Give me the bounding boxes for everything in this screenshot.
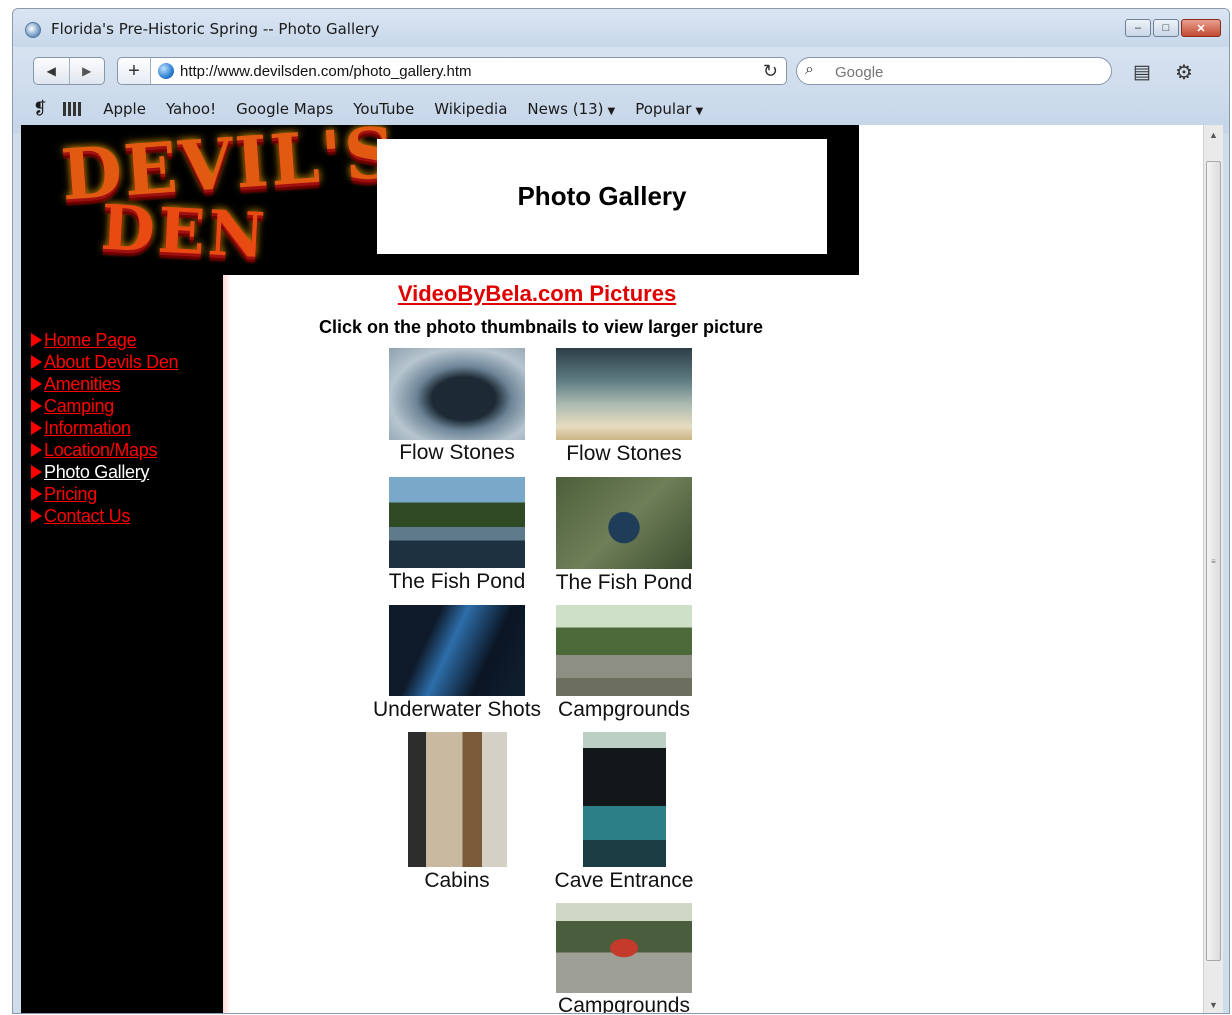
arrow-icon	[31, 443, 42, 457]
top-sites-grid-icon[interactable]	[63, 102, 84, 116]
close-button[interactable]: ✕	[1181, 19, 1221, 37]
sidebar-item-information[interactable]: Information	[31, 417, 178, 439]
scroll-grip-icon: ≡	[1211, 556, 1216, 566]
browser-app-icon	[25, 22, 41, 38]
photo-thumbnail[interactable]	[556, 477, 692, 569]
photo-caption: Underwater Shots	[372, 698, 542, 721]
page-viewport: DEVIL'S DEN Photo Gallery Home Page Abou…	[21, 125, 1211, 1014]
title-box: Photo Gallery	[377, 139, 827, 254]
chevron-down-icon: ▼	[607, 106, 616, 117]
nav-link-label[interactable]: About Devils Den	[44, 352, 179, 373]
sidebar-item-contact[interactable]: Contact Us	[31, 505, 178, 527]
sidebar-item-pricing[interactable]: Pricing	[31, 483, 178, 505]
photo-caption: Campgrounds	[558, 698, 690, 721]
arrow-icon	[31, 333, 42, 347]
photo-caption: Cave Entrance	[554, 869, 694, 892]
reload-icon[interactable]: ↻	[763, 61, 778, 82]
photo-thumbnail[interactable]	[389, 477, 525, 568]
back-button[interactable]: ◀	[34, 58, 70, 84]
arrow-icon	[31, 355, 42, 369]
photo-thumbnail[interactable]	[389, 605, 525, 696]
sidebar-item-about[interactable]: About Devils Den	[31, 351, 179, 373]
arrow-icon	[31, 377, 42, 391]
photo-thumbnail[interactable]	[583, 732, 666, 867]
arrow-icon	[31, 509, 42, 523]
photo-caption: The Fish Pond	[388, 570, 526, 593]
search-box[interactable]: ⌕	[796, 57, 1112, 85]
photo-caption: The Fish Pond	[555, 571, 693, 594]
window-controls: – □ ✕	[1125, 19, 1221, 37]
scroll-thumb[interactable]: ≡	[1206, 161, 1221, 961]
nav-link-label[interactable]: Camping	[44, 396, 114, 417]
photo-caption: Cabins	[424, 869, 490, 892]
search-icon[interactable]: ⌕	[805, 61, 814, 79]
sidebar-item-location[interactable]: Location/Maps	[31, 439, 178, 461]
nav-link-label[interactable]: Contact Us	[44, 506, 130, 527]
vertical-scrollbar[interactable]: ▲ ≡ ▼	[1203, 125, 1223, 1013]
minimize-button[interactable]: –	[1125, 19, 1151, 37]
nav-link-label[interactable]: Photo Gallery	[44, 462, 149, 483]
bookmark-wikipedia[interactable]: Wikipedia	[434, 100, 507, 118]
globe-icon	[158, 63, 174, 79]
chevron-down-icon: ▼	[695, 106, 704, 117]
bookmark-news-menu[interactable]: News (13) ▼	[527, 100, 615, 118]
history-buttons: ◀ ▶	[33, 57, 105, 85]
gallery-instruction: Click on the photo thumbnails to view la…	[318, 317, 764, 337]
photo-thumbnail[interactable]	[556, 903, 692, 993]
nav-link-label[interactable]: Location/Maps	[44, 440, 157, 461]
bookmark-popular-label: Popular	[635, 100, 692, 118]
page-title: Photo Gallery	[517, 181, 687, 211]
photo-thumbnail[interactable]	[556, 348, 692, 440]
maximize-button[interactable]: □	[1153, 19, 1179, 37]
page-header: DEVIL'S DEN Photo Gallery	[21, 125, 859, 275]
search-input[interactable]	[833, 61, 1107, 83]
photo-thumbnail[interactable]	[389, 348, 525, 440]
photo-thumbnail[interactable]	[556, 605, 692, 696]
sidebar-item-camping[interactable]: Camping	[31, 395, 178, 417]
reading-list-icon[interactable]: ❡	[33, 99, 47, 119]
arrow-icon	[31, 421, 42, 435]
browser-window: Florida's Pre-Historic Spring -- Photo G…	[12, 8, 1230, 1014]
bookmark-google-maps[interactable]: Google Maps	[236, 100, 333, 118]
bookmark-popular-menu[interactable]: Popular ▼	[635, 100, 703, 118]
bookmark-news-label: News (13)	[527, 100, 604, 118]
scroll-down-arrow[interactable]: ▼	[1204, 995, 1223, 1013]
arrow-icon	[31, 465, 42, 479]
sidebar: Home Page About Devils Den Amenities Cam…	[21, 275, 223, 1013]
bookmark-yahoo[interactable]: Yahoo!	[166, 100, 216, 118]
arrow-icon	[31, 399, 42, 413]
scroll-up-arrow[interactable]: ▲	[1204, 125, 1223, 145]
nav-link-label[interactable]: Pricing	[44, 484, 97, 505]
sidebar-item-amenities[interactable]: Amenities	[31, 373, 178, 395]
bookmark-youtube[interactable]: YouTube	[353, 100, 414, 118]
sidebar-edge	[223, 275, 231, 1013]
arrow-icon	[31, 487, 42, 501]
url-text[interactable]: http://www.devilsden.com/photo_gallery.h…	[180, 63, 472, 80]
photo-caption: Flow Stones	[399, 441, 515, 464]
bookmarks-bar: ❡ Apple Yahoo! Google Maps YouTube Wikip…	[33, 97, 723, 121]
gear-icon[interactable]: ⚙	[1175, 60, 1193, 85]
page-menu-icon[interactable]: ▤	[1133, 61, 1151, 84]
photo-caption: Campgrounds	[558, 994, 690, 1014]
photo-caption: Flow Stones	[566, 442, 682, 465]
videobybela-link[interactable]: VideoByBela.com Pictures	[387, 281, 687, 307]
nav-link-label[interactable]: Information	[44, 418, 131, 439]
add-bookmark-button[interactable]: +	[118, 58, 151, 84]
nav-link-label[interactable]: Home Page	[44, 330, 137, 351]
sidebar-item-home[interactable]: Home Page	[31, 329, 178, 351]
browser-toolbar: ◀ ▶ + http://www.devilsden.com/photo_gal…	[13, 47, 1229, 133]
title-bar: Florida's Pre-Historic Spring -- Photo G…	[13, 9, 1229, 47]
photo-thumbnail[interactable]	[408, 732, 507, 867]
sidebar-nav: Home Page About Devils Den Amenities Cam…	[31, 329, 179, 527]
address-bar[interactable]: + http://www.devilsden.com/photo_gallery…	[117, 57, 787, 85]
logo-line-2: DEN	[99, 190, 270, 273]
forward-button[interactable]: ▶	[70, 58, 105, 84]
window-title: Florida's Pre-Historic Spring -- Photo G…	[51, 20, 380, 38]
bookmark-apple[interactable]: Apple	[103, 100, 146, 118]
nav-link-label[interactable]: Amenities	[44, 374, 121, 395]
devils-den-logo[interactable]: DEVIL'S DEN	[43, 125, 399, 273]
sidebar-item-photo-gallery[interactable]: Photo Gallery	[31, 461, 178, 483]
